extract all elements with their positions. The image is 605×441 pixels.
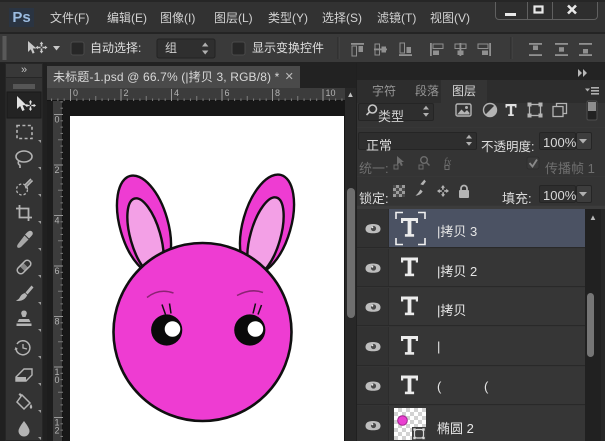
svg-text:4: 4: [174, 88, 179, 98]
svg-text:8: 8: [55, 317, 60, 327]
svg-text:6: 6: [225, 88, 230, 98]
svg-text:2: 2: [55, 426, 60, 436]
svg-text:10: 10: [326, 88, 336, 98]
svg-text:6: 6: [55, 266, 60, 276]
svg-text:8: 8: [275, 88, 280, 98]
svg-text:2: 2: [55, 165, 60, 175]
svg-text:4: 4: [55, 216, 60, 226]
svg-text:0: 0: [55, 115, 60, 125]
svg-text:2: 2: [124, 88, 129, 98]
svg-text:0: 0: [73, 88, 78, 98]
svg-text:0: 0: [55, 375, 60, 385]
